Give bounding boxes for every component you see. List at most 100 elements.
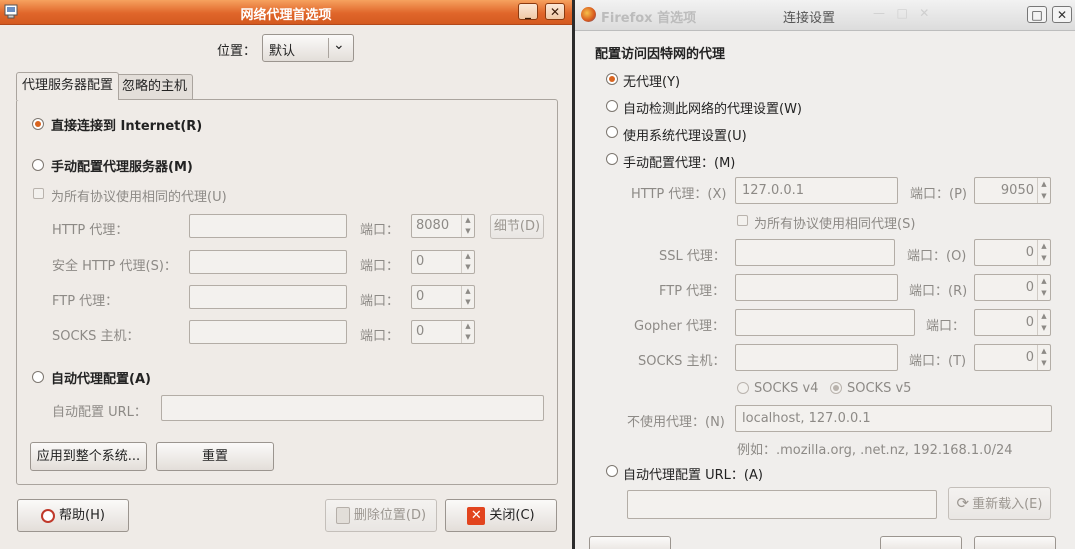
- behind-window-title: Firefox 首选项: [601, 11, 697, 26]
- details-button-label: 细节(D): [493, 219, 541, 234]
- socks-host-label: SOCKS 主机：: [638, 354, 726, 369]
- auto-detect-label: 自动检测此网络的代理设置(W): [623, 102, 802, 117]
- http-port-label: 端口：(P): [910, 187, 967, 202]
- delete-location-label: 删除位置(D): [353, 508, 427, 523]
- reload-icon: ⟳: [956, 494, 970, 512]
- minimize-button[interactable]: _: [518, 3, 538, 20]
- spinner-arrows-icon[interactable]: ▲ ▼: [1037, 345, 1050, 370]
- cut-off-button-mid[interactable]: [880, 536, 962, 549]
- auto-proxy-url-input[interactable]: [627, 490, 937, 519]
- ftp-port-label: 端口：(R): [909, 284, 968, 299]
- spinner-arrows-icon[interactable]: ▲ ▼: [1037, 310, 1050, 335]
- spinner-arrows-icon[interactable]: ▲ ▼: [461, 286, 474, 308]
- location-label: 位置：: [217, 44, 257, 59]
- apply-system-button[interactable]: 应用到整个系统...: [30, 442, 147, 471]
- manual-proxy-radio[interactable]: [32, 159, 44, 171]
- same-proxy-checkbox[interactable]: [737, 215, 748, 226]
- socks-v5-radio[interactable]: [830, 382, 842, 394]
- spinner-arrows-icon[interactable]: ▲ ▼: [461, 251, 474, 273]
- ftp-port-spinner[interactable]: 0 ▲ ▼: [974, 274, 1051, 301]
- http-port-spinner[interactable]: 9050 ▲ ▼: [974, 177, 1051, 204]
- location-dropdown[interactable]: 默认 ⌄: [262, 34, 354, 62]
- auto-proxy-url-label: 自动代理配置 URL：(A): [623, 468, 763, 483]
- secure-port-label: 端口：: [360, 259, 400, 274]
- cut-off-button-left[interactable]: [589, 536, 671, 549]
- manual-proxy-label: 手动配置代理服务器(M): [51, 160, 193, 175]
- details-button[interactable]: 细节(D): [490, 214, 544, 239]
- right-titlebar[interactable]: Firefox 首选项 连接设置 — □ ✕ □ ✕: [575, 0, 1075, 31]
- ftp-proxy-label: FTP 代理：: [659, 284, 726, 299]
- help-button[interactable]: 帮助(H): [17, 499, 129, 532]
- socks-port-value: 0: [416, 324, 425, 339]
- tab-proxy-config[interactable]: 代理服务器配置: [16, 72, 120, 100]
- socks-host-input[interactable]: [189, 320, 347, 344]
- ftp-port-spinner[interactable]: 0 ▲ ▼: [411, 285, 475, 309]
- ssl-port-spinner[interactable]: 0 ▲ ▼: [974, 239, 1051, 266]
- socks-v4-radio[interactable]: [737, 382, 749, 394]
- secure-port-value: 0: [416, 254, 425, 269]
- firefox-icon: [581, 7, 596, 22]
- socks-v4-label: SOCKS v4: [754, 381, 819, 396]
- auto-proxy-url-radio[interactable]: [606, 465, 618, 477]
- socks-port-spinner[interactable]: 0 ▲ ▼: [411, 320, 475, 344]
- cut-off-button-right[interactable]: [974, 536, 1056, 549]
- http-port-value: 8080: [416, 218, 450, 233]
- ftp-port-value: 0: [1025, 280, 1034, 295]
- ssl-proxy-label: SSL 代理：: [659, 249, 726, 264]
- close-button[interactable]: ✕ 关闭(C): [445, 499, 557, 532]
- manual-proxy-label: 手动配置代理：(M): [623, 156, 736, 171]
- gopher-proxy-input[interactable]: [735, 309, 915, 336]
- http-proxy-input[interactable]: [189, 214, 347, 238]
- close-window-button[interactable]: ✕: [1052, 6, 1072, 23]
- manual-proxy-radio[interactable]: [606, 153, 618, 165]
- ftp-proxy-input[interactable]: [735, 274, 898, 301]
- secure-http-input[interactable]: [189, 250, 347, 274]
- no-proxy-radio[interactable]: [606, 73, 618, 85]
- direct-connection-radio[interactable]: [32, 118, 44, 130]
- close-window-button[interactable]: ✕: [545, 3, 565, 20]
- socks-host-input[interactable]: [735, 344, 898, 371]
- auto-url-input[interactable]: [161, 395, 544, 421]
- http-proxy-value: 127.0.0.1: [742, 183, 805, 198]
- spinner-arrows-icon[interactable]: ▲ ▼: [1037, 240, 1050, 265]
- auto-url-label: 自动配置 URL：: [52, 405, 147, 420]
- ftp-proxy-label: FTP 代理：: [52, 294, 119, 309]
- ftp-proxy-input[interactable]: [189, 285, 347, 309]
- gopher-port-label: 端口：: [926, 319, 966, 334]
- tab-ignored-hosts-label: 忽略的主机: [122, 79, 188, 94]
- no-proxy-for-label: 不使用代理：(N): [627, 415, 725, 430]
- system-proxy-radio[interactable]: [606, 126, 618, 138]
- maximize-button[interactable]: □: [1027, 6, 1047, 23]
- tab-proxy-config-label: 代理服务器配置: [22, 78, 114, 93]
- spinner-arrows-icon[interactable]: ▲ ▼: [1037, 178, 1050, 203]
- tab-ignored-hosts[interactable]: 忽略的主机: [116, 74, 194, 99]
- spinner-arrows-icon[interactable]: ▲ ▼: [1037, 275, 1050, 300]
- auto-proxy-label: 自动代理配置(A): [51, 372, 151, 387]
- auto-proxy-radio[interactable]: [32, 371, 44, 383]
- http-port-label: 端口：: [360, 223, 400, 238]
- http-proxy-label: HTTP 代理：(X): [631, 187, 727, 202]
- trash-icon: [335, 507, 350, 524]
- no-proxy-for-input[interactable]: localhost, 127.0.0.1: [735, 405, 1052, 432]
- dropdown-divider: [328, 38, 329, 58]
- same-proxy-label: 为所有协议使用相同的代理(U): [51, 190, 227, 205]
- gopher-proxy-label: Gopher 代理：: [634, 319, 725, 334]
- same-proxy-checkbox[interactable]: [33, 188, 44, 199]
- spinner-arrows-icon[interactable]: ▲ ▼: [461, 215, 474, 237]
- http-proxy-input[interactable]: 127.0.0.1: [735, 177, 898, 204]
- reset-button[interactable]: 重置: [156, 442, 274, 471]
- spinner-arrows-icon[interactable]: ▲ ▼: [461, 321, 474, 343]
- delete-location-button[interactable]: 删除位置(D): [325, 499, 437, 532]
- auto-detect-radio[interactable]: [606, 100, 618, 112]
- socks-port-spinner[interactable]: 0 ▲ ▼: [974, 344, 1051, 371]
- system-proxy-label: 使用系统代理设置(U): [623, 129, 747, 144]
- left-titlebar[interactable]: 网络代理首选项 _ ✕: [0, 0, 572, 25]
- same-proxy-label: 为所有协议使用相同代理(S): [754, 217, 916, 232]
- gopher-port-spinner[interactable]: 0 ▲ ▼: [974, 309, 1051, 336]
- secure-port-spinner[interactable]: 0 ▲ ▼: [411, 250, 475, 274]
- ftp-port-value: 0: [416, 289, 425, 304]
- reload-button[interactable]: ⟳ 重新载入(E): [948, 487, 1051, 520]
- ssl-proxy-input[interactable]: [735, 239, 895, 266]
- ghost-buttons: — □ ✕: [873, 6, 930, 20]
- http-port-spinner[interactable]: 8080 ▲ ▼: [411, 214, 475, 238]
